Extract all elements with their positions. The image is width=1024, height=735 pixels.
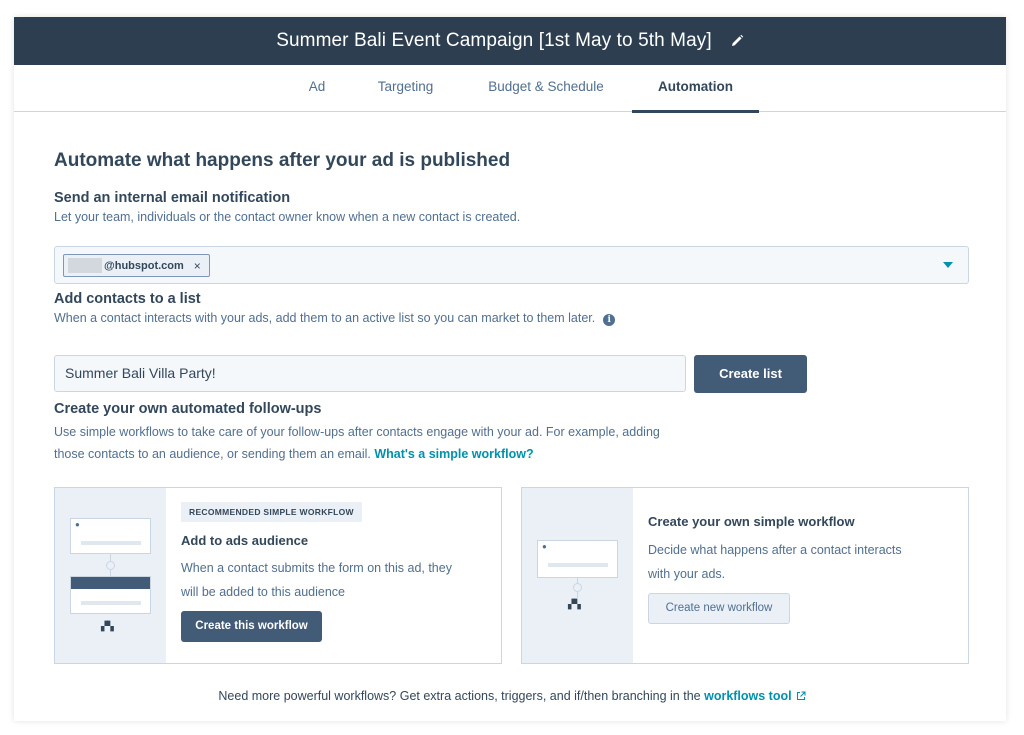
- recommended-workflow-card: ● ▞▚ RECOMMENDED SIMPLE WORKFLOW Add to …: [54, 487, 502, 664]
- card-title: Add to ads audience: [181, 533, 309, 548]
- card-description: Decide what happens after a contact inte…: [648, 538, 902, 586]
- followup-description-line2: those contacts to an audience, or sendin…: [54, 447, 371, 461]
- recipient-chip: @hubspot.com ×: [63, 254, 210, 277]
- campaign-title: Summer Bali Event Campaign [1st May to 5…: [276, 30, 712, 51]
- simple-workflow-help-link[interactable]: What's a simple workflow?: [374, 447, 533, 461]
- card-description-line2: with your ads.: [648, 567, 726, 581]
- person-icon: ●: [75, 520, 80, 529]
- custom-workflow-card: ● ▞▚ Create your own simple workflow Dec…: [521, 487, 969, 664]
- followup-description-line1: Use simple workflows to take care of you…: [54, 425, 660, 439]
- person-icon: ●: [542, 542, 547, 551]
- node-line: [81, 541, 141, 545]
- tab-targeting[interactable]: Targeting: [369, 65, 442, 112]
- page-title: Automate what happens after your ad is p…: [54, 150, 511, 171]
- chip-remove-icon[interactable]: ×: [194, 259, 201, 273]
- followup-section-title: Create your own automated follow-ups: [54, 401, 322, 417]
- trigger-node: ●: [537, 540, 618, 578]
- create-list-button[interactable]: Create list: [694, 355, 807, 393]
- node-line: [81, 601, 141, 605]
- campaign-header: Summer Bali Event Campaign [1st May to 5…: [14, 17, 1006, 65]
- followup-description-line2-wrap: those contacts to an audience, or sendin…: [54, 443, 660, 465]
- create-this-workflow-button[interactable]: Create this workflow: [181, 611, 322, 642]
- node-line: [548, 563, 608, 567]
- trigger-node: ●: [70, 518, 151, 554]
- card-description-line1: When a contact submits the form on this …: [181, 561, 452, 575]
- action-node: [70, 576, 151, 614]
- tab-automation[interactable]: Automation: [632, 65, 759, 113]
- workflow-illustration: ● ▞▚: [55, 488, 166, 663]
- tab-bar: Ad Targeting Budget & Schedule Automatio…: [14, 65, 1006, 113]
- pencil-icon[interactable]: [730, 34, 744, 48]
- card-title: Create your own simple workflow: [648, 514, 855, 529]
- email-recipients-select[interactable]: @hubspot.com ×: [54, 246, 969, 284]
- list-name-input[interactable]: Summer Bali Villa Party!: [54, 355, 686, 392]
- footer-text: Need more powerful workflows? Get extra …: [218, 689, 701, 703]
- card-description-line2: will be added to this audience: [181, 585, 346, 599]
- recipient-chip-label: @hubspot.com: [104, 259, 184, 272]
- card-description: When a contact submits the form on this …: [181, 556, 452, 604]
- tab-budget-schedule[interactable]: Budget & Schedule: [482, 65, 610, 112]
- add-step-icon: [106, 561, 115, 570]
- recommended-badge: RECOMMENDED SIMPLE WORKFLOW: [181, 502, 362, 522]
- dropdown-caret-icon[interactable]: [943, 262, 953, 268]
- add-step-icon: [573, 583, 582, 592]
- followup-section-description: Use simple workflows to take care of you…: [54, 421, 660, 465]
- workflows-tool-link[interactable]: workflows tool: [704, 689, 792, 703]
- workflow-illustration: ● ▞▚: [522, 488, 633, 663]
- campaign-editor: Summer Bali Event Campaign [1st May to 5…: [14, 17, 1006, 721]
- finish-flag-icon: ▞▚: [101, 621, 114, 631]
- action-node-header: [71, 577, 150, 589]
- external-link-icon[interactable]: [796, 691, 806, 701]
- info-icon[interactable]: i: [603, 314, 616, 326]
- list-section-description: When a contact interacts with your ads, …: [54, 311, 596, 325]
- redacted-name: [68, 258, 102, 273]
- tab-ad[interactable]: Ad: [300, 65, 334, 112]
- email-section-description: Let your team, individuals or the contac…: [54, 210, 521, 224]
- card-description-line1: Decide what happens after a contact inte…: [648, 543, 902, 557]
- workflows-tool-note: Need more powerful workflows? Get extra …: [54, 689, 970, 703]
- create-new-workflow-button[interactable]: Create new workflow: [648, 593, 790, 624]
- list-section-title: Add contacts to a list: [54, 291, 201, 307]
- finish-flag-icon: ▞▚: [568, 599, 581, 609]
- email-section-title: Send an internal email notification: [54, 190, 291, 206]
- list-section-description-wrap: When a contact interacts with your ads, …: [54, 311, 616, 326]
